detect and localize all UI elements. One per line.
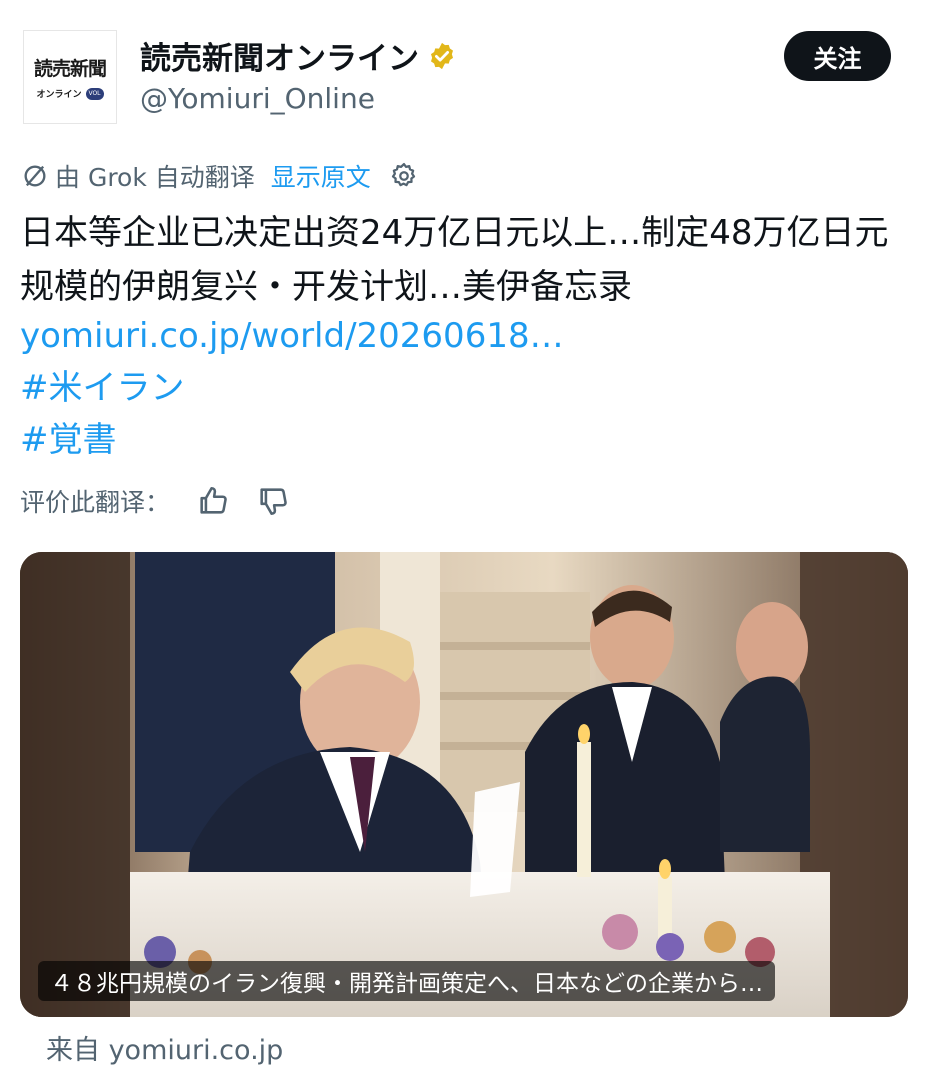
- account-display-name[interactable]: 読売新聞オンライン: [140, 33, 457, 78]
- avatar-logo-badge: VOL: [85, 87, 104, 100]
- media-photo: [20, 552, 908, 1017]
- tweet-text: 日本等企业已决定出资24万亿日元以上…制定48万亿日元规模的伊朗复兴・开发计划……: [20, 213, 889, 307]
- avatar-logo-text: 読売新聞: [33, 58, 107, 80]
- thumbs-up-icon[interactable]: [196, 484, 230, 518]
- rate-translation-label: 评价此翻译：: [20, 488, 171, 517]
- avatar[interactable]: 読売新聞 オンライン VOL: [23, 30, 117, 124]
- rate-translation-row: 评价此翻译：: [20, 482, 290, 520]
- follow-button[interactable]: 关注: [784, 31, 891, 81]
- gear-icon[interactable]: [389, 161, 419, 191]
- translation-row: 由 Grok 自动翻译 显示原文: [21, 158, 419, 194]
- account-handle[interactable]: @Yomiuri_Online: [140, 82, 375, 115]
- avatar-logo-sub-text: オンライン: [36, 90, 82, 100]
- media-caption: ４８兆円規模のイラン復興・開発計画策定へ、日本などの企業から…: [38, 961, 775, 1001]
- hashtag-link[interactable]: #米イラン: [20, 362, 185, 414]
- translation-label: 由 Grok 自动翻译: [55, 163, 255, 192]
- hashtag-link[interactable]: #覚書: [20, 414, 117, 466]
- link-source[interactable]: 来自 yomiuri.co.jp: [46, 1028, 283, 1067]
- display-name-text: 読売新聞オンライン: [140, 41, 419, 77]
- thumbs-down-icon[interactable]: [256, 484, 290, 518]
- show-original-link[interactable]: 显示原文: [271, 158, 371, 194]
- avatar-logo-sub: オンライン VOL: [36, 87, 104, 100]
- verified-badge-icon: [431, 42, 453, 69]
- media-card[interactable]: ４８兆円規模のイラン復興・開発計画策定へ、日本などの企業から…: [20, 552, 908, 1017]
- translate-slash-icon: [24, 165, 46, 187]
- tweet-link[interactable]: yomiuri.co.jp/world/20260618…: [20, 310, 564, 362]
